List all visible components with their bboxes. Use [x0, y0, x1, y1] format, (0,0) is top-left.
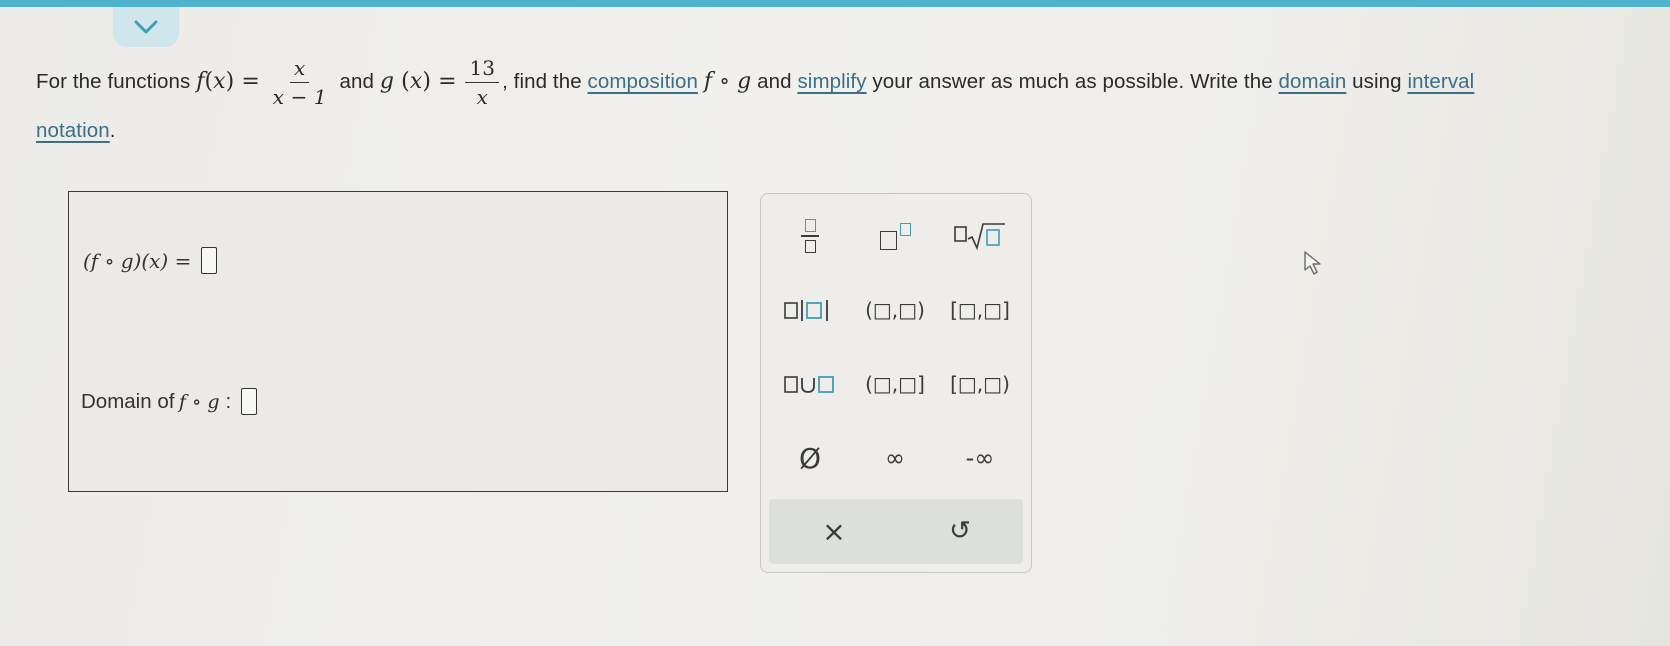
negative-infinity-key[interactable]: -∞	[940, 433, 1020, 483]
nth-root-icon	[954, 223, 1005, 251]
domain-link[interactable]: domain	[1279, 70, 1347, 93]
g-name: g	[379, 69, 395, 94]
domain-expr: f ∘ g	[178, 390, 220, 413]
mid-text: , find the	[502, 70, 582, 93]
clear-button[interactable]: ×	[794, 506, 874, 556]
collapse-toggle-button[interactable]	[113, 7, 179, 47]
f-denominator: x − 1	[272, 85, 327, 110]
composition-answer-input[interactable]	[201, 247, 218, 274]
absolute-value-icon	[784, 300, 828, 321]
composition-answer-row: (f ∘ g)(x) =	[83, 247, 218, 274]
chevron-down-icon	[134, 20, 158, 34]
open-closed-interval-key[interactable]: (□,□]	[855, 359, 935, 409]
simplify-link[interactable]: simplify	[797, 70, 866, 93]
mid-text-2: your answer as much as possible. Write t…	[872, 70, 1273, 93]
closed-open-interval-key[interactable]: [□,□)	[940, 359, 1020, 409]
g-var: x	[409, 69, 423, 94]
problem-statement: For the functions f(x) = x x − 1 and g (…	[36, 56, 1475, 143]
fraction-icon	[801, 219, 819, 253]
math-keypad: (□,□) [□,□] (□,□] [□,□) Ø ∞ -∞ × ↺	[760, 193, 1032, 573]
answer-box: (f ∘ g)(x) = Domain of f ∘ g :	[68, 191, 728, 492]
absolute-value-key[interactable]	[770, 285, 850, 335]
undo-button[interactable]: ↺	[920, 506, 1000, 556]
and-text-2: and	[757, 70, 792, 93]
fraction-key[interactable]	[770, 211, 850, 261]
composition-link[interactable]: composition	[588, 70, 699, 93]
top-accent-bar	[0, 0, 1670, 7]
exponent-key[interactable]	[855, 211, 935, 261]
open-interval-key[interactable]: (□,□)	[855, 285, 935, 335]
exponent-icon	[879, 222, 911, 250]
nth-root-key[interactable]	[940, 211, 1020, 261]
using-text: using	[1352, 70, 1402, 93]
empty-set-key[interactable]: Ø	[770, 433, 850, 483]
mouse-cursor-icon	[1304, 251, 1321, 275]
composition-expr: f ∘ g	[703, 69, 752, 94]
g-numerator: 13	[465, 58, 500, 84]
domain-answer-input[interactable]	[241, 388, 258, 415]
g-fraction: 13 x	[465, 58, 500, 110]
f-numerator: x	[290, 58, 310, 84]
union-icon	[784, 376, 834, 393]
g-denominator: x	[476, 85, 488, 110]
infinity-key[interactable]: ∞	[855, 433, 935, 483]
union-key[interactable]	[770, 359, 850, 409]
closed-interval-key[interactable]: [□,□]	[940, 285, 1020, 335]
composition-answer-label: (f ∘ g)(x) =	[83, 248, 192, 273]
period: .	[109, 119, 116, 143]
interval-link[interactable]: interval	[1407, 70, 1474, 93]
f-fraction: x x − 1	[269, 58, 331, 107]
f-var: x	[213, 69, 226, 94]
domain-label: Domain of	[81, 389, 175, 413]
and-text: and	[339, 70, 375, 93]
problem-intro: For the functions	[36, 70, 191, 93]
notation-link[interactable]: notation	[36, 119, 110, 142]
domain-answer-row: Domain of f ∘ g :	[81, 388, 258, 415]
domain-colon: :	[225, 389, 232, 413]
